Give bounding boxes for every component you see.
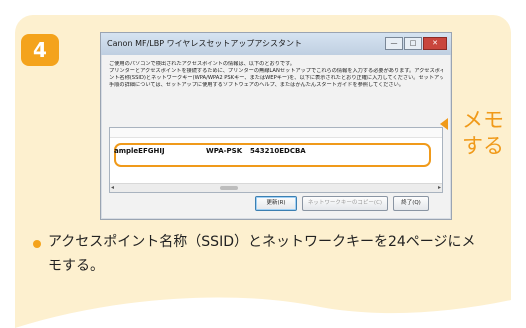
window-title: Canon MF/LBP ワイヤレスセットアップアシスタント [107, 39, 303, 48]
bullet-icon [33, 240, 41, 248]
instruction-bullet: アクセスポイント名称（SSID）とネットワークキーを24ページにメモする。 [48, 234, 476, 274]
exit-button[interactable]: 終了(Q) [393, 196, 429, 211]
memo-text: メモ [462, 108, 504, 132]
dialog-buttons: 更新(R) ネットワークキーのコピー(C) 終了(Q) [255, 196, 429, 211]
callout-arrow-icon [440, 118, 448, 130]
security-cell: WPA-PSK [206, 147, 243, 155]
instruction-line: ご使用のパソコンで検出されたアクセスポイントの情報は、以下のとおりです。 [109, 61, 295, 67]
memo-text: する [462, 134, 504, 158]
list-header [110, 128, 442, 138]
instruction-line: ント名称(SSID)とネットワークキー(WPA/WPA2 PSKキー、またはWE… [109, 75, 443, 81]
horizontal-scrollbar[interactable]: ◂ ▸ [110, 183, 442, 192]
maximize-button[interactable]: □ [404, 37, 422, 50]
network-key-cell: 543210EDCBA [250, 147, 306, 155]
ssid-cell: ampleEFGHIJ [114, 147, 165, 155]
instruction-line: 手順の詳細については、セットアップに使用するソフトウェアのヘルプ、またはかんたん… [109, 82, 404, 88]
step-number-badge: 4 [21, 34, 59, 66]
instruction-line: プリンターとアクセスポイントを接続するために、プリンターの無線LANセットアップ… [109, 68, 443, 74]
update-button[interactable]: 更新(R) [255, 196, 297, 211]
scroll-thumb[interactable] [220, 186, 238, 190]
setup-assistant-window: Canon MF/LBP ワイヤレスセットアップアシスタント — □ ✕ ご使用… [100, 32, 452, 220]
close-button[interactable]: ✕ [423, 37, 447, 50]
scroll-right-icon[interactable]: ▸ [438, 184, 441, 191]
access-point-list[interactable]: ampleEFGHIJ WPA-PSK 543210EDCBA ◂ ▸ [109, 127, 443, 193]
instruction-text: ご使用のパソコンで検出されたアクセスポイントの情報は、以下のとおりです。 プリン… [109, 61, 443, 89]
scroll-left-icon[interactable]: ◂ [111, 184, 114, 191]
window-controls: — □ ✕ [385, 37, 447, 50]
decorative-wave [15, 297, 511, 328]
copy-network-key-button[interactable]: ネットワークキーのコピー(C) [302, 196, 388, 211]
window-titlebar: Canon MF/LBP ワイヤレスセットアップアシスタント — □ ✕ [101, 33, 451, 55]
minimize-button[interactable]: — [385, 37, 403, 50]
memo-callout: メモ する [458, 107, 508, 159]
